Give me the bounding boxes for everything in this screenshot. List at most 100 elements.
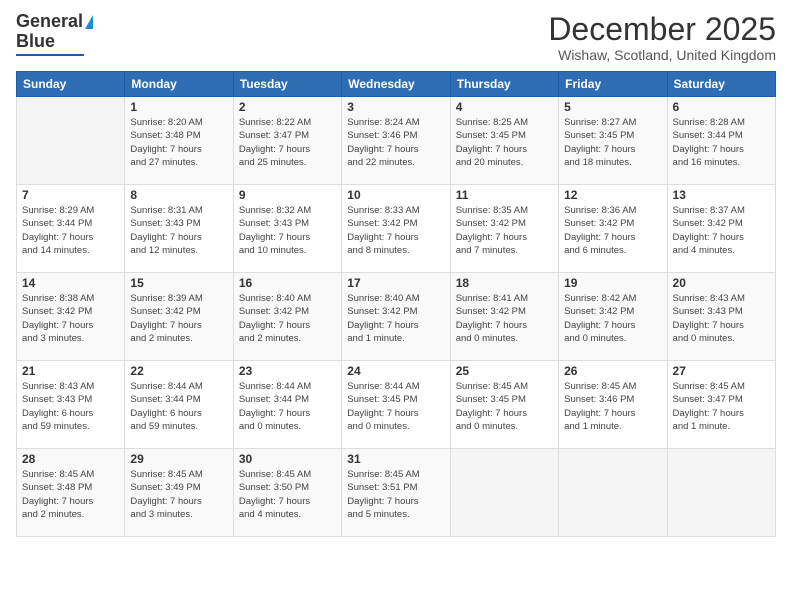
day-cell-25: 25 Sunrise: 8:45 AM Sunset: 3:45 PM Dayli… [450,361,558,449]
day-number: 25 [456,364,553,378]
logo-underline [16,54,84,56]
day-info: Sunrise: 8:45 AM Sunset: 3:51 PM Dayligh… [347,468,444,521]
day-info: Sunrise: 8:36 AM Sunset: 3:42 PM Dayligh… [564,204,661,257]
col-header-saturday: Saturday [667,72,775,97]
day-cell-16: 16 Sunrise: 8:40 AM Sunset: 3:42 PM Dayli… [233,273,341,361]
day-number: 10 [347,188,444,202]
calendar: SundayMondayTuesdayWednesdayThursdayFrid… [16,71,776,537]
col-header-wednesday: Wednesday [342,72,450,97]
day-info: Sunrise: 8:41 AM Sunset: 3:42 PM Dayligh… [456,292,553,345]
week-row-3: 14 Sunrise: 8:38 AM Sunset: 3:42 PM Dayli… [17,273,776,361]
month-title: December 2025 [548,12,776,47]
day-info: Sunrise: 8:28 AM Sunset: 3:44 PM Dayligh… [673,116,770,169]
day-info: Sunrise: 8:22 AM Sunset: 3:47 PM Dayligh… [239,116,336,169]
title-block: December 2025 Wishaw, Scotland, United K… [548,12,776,63]
day-number: 16 [239,276,336,290]
day-cell-24: 24 Sunrise: 8:44 AM Sunset: 3:45 PM Dayli… [342,361,450,449]
day-info: Sunrise: 8:40 AM Sunset: 3:42 PM Dayligh… [239,292,336,345]
empty-cell [17,97,125,185]
day-number: 6 [673,100,770,114]
day-cell-1: 1 Sunrise: 8:20 AM Sunset: 3:48 PM Daylig… [125,97,233,185]
day-number: 29 [130,452,227,466]
day-number: 26 [564,364,661,378]
day-number: 21 [22,364,119,378]
day-cell-15: 15 Sunrise: 8:39 AM Sunset: 3:42 PM Dayli… [125,273,233,361]
day-number: 14 [22,276,119,290]
day-number: 13 [673,188,770,202]
col-header-friday: Friday [559,72,667,97]
day-info: Sunrise: 8:29 AM Sunset: 3:44 PM Dayligh… [22,204,119,257]
day-info: Sunrise: 8:25 AM Sunset: 3:45 PM Dayligh… [456,116,553,169]
day-cell-29: 29 Sunrise: 8:45 AM Sunset: 3:49 PM Dayli… [125,449,233,537]
day-info: Sunrise: 8:33 AM Sunset: 3:42 PM Dayligh… [347,204,444,257]
day-cell-18: 18 Sunrise: 8:41 AM Sunset: 3:42 PM Dayli… [450,273,558,361]
week-row-4: 21 Sunrise: 8:43 AM Sunset: 3:43 PM Dayli… [17,361,776,449]
day-info: Sunrise: 8:44 AM Sunset: 3:45 PM Dayligh… [347,380,444,433]
day-info: Sunrise: 8:35 AM Sunset: 3:42 PM Dayligh… [456,204,553,257]
logo-triangle-icon [85,15,93,29]
day-number: 4 [456,100,553,114]
day-cell-10: 10 Sunrise: 8:33 AM Sunset: 3:42 PM Dayli… [342,185,450,273]
day-number: 27 [673,364,770,378]
day-cell-5: 5 Sunrise: 8:27 AM Sunset: 3:45 PM Daylig… [559,97,667,185]
day-cell-14: 14 Sunrise: 8:38 AM Sunset: 3:42 PM Dayli… [17,273,125,361]
empty-cell [559,449,667,537]
day-number: 1 [130,100,227,114]
day-info: Sunrise: 8:45 AM Sunset: 3:48 PM Dayligh… [22,468,119,521]
col-header-monday: Monday [125,72,233,97]
day-info: Sunrise: 8:43 AM Sunset: 3:43 PM Dayligh… [22,380,119,433]
day-cell-3: 3Sunrise: 8:24 AM Sunset: 3:46 PM Daylig… [342,97,450,185]
day-number: 9 [239,188,336,202]
day-cell-4: 4 Sunrise: 8:25 AM Sunset: 3:45 PM Daylig… [450,97,558,185]
day-cell-20: 20Sunrise: 8:43 AM Sunset: 3:43 PM Dayli… [667,273,775,361]
header: General Blue December 2025 Wishaw, Scotl… [16,12,776,63]
day-info: Sunrise: 8:45 AM Sunset: 3:45 PM Dayligh… [456,380,553,433]
day-number: 5 [564,100,661,114]
day-cell-28: 28 Sunrise: 8:45 AM Sunset: 3:48 PM Dayli… [17,449,125,537]
day-number: 11 [456,188,553,202]
day-info: Sunrise: 8:20 AM Sunset: 3:48 PM Dayligh… [130,116,227,169]
day-number: 15 [130,276,227,290]
day-number: 8 [130,188,227,202]
day-info: Sunrise: 8:24 AM Sunset: 3:46 PM Dayligh… [347,116,444,169]
day-cell-13: 13Sunrise: 8:37 AM Sunset: 3:42 PM Dayli… [667,185,775,273]
day-number: 28 [22,452,119,466]
day-info: Sunrise: 8:45 AM Sunset: 3:50 PM Dayligh… [239,468,336,521]
week-row-2: 7 Sunrise: 8:29 AM Sunset: 3:44 PM Daylig… [17,185,776,273]
day-cell-26: 26 Sunrise: 8:45 AM Sunset: 3:46 PM Dayli… [559,361,667,449]
day-number: 2 [239,100,336,114]
day-cell-6: 6 Sunrise: 8:28 AM Sunset: 3:44 PM Daylig… [667,97,775,185]
day-cell-11: 11 Sunrise: 8:35 AM Sunset: 3:42 PM Dayli… [450,185,558,273]
day-info: Sunrise: 8:39 AM Sunset: 3:42 PM Dayligh… [130,292,227,345]
day-number: 12 [564,188,661,202]
day-cell-31: 31 Sunrise: 8:45 AM Sunset: 3:51 PM Dayli… [342,449,450,537]
day-cell-27: 27 Sunrise: 8:45 AM Sunset: 3:47 PM Dayli… [667,361,775,449]
col-header-tuesday: Tuesday [233,72,341,97]
day-cell-2: 2 Sunrise: 8:22 AM Sunset: 3:47 PM Daylig… [233,97,341,185]
day-info: Sunrise: 8:43 AM Sunset: 3:43 PM Dayligh… [673,292,770,345]
day-info: Sunrise: 8:45 AM Sunset: 3:49 PM Dayligh… [130,468,227,521]
week-row-1: 1 Sunrise: 8:20 AM Sunset: 3:48 PM Daylig… [17,97,776,185]
day-number: 31 [347,452,444,466]
day-number: 18 [456,276,553,290]
day-cell-7: 7 Sunrise: 8:29 AM Sunset: 3:44 PM Daylig… [17,185,125,273]
day-number: 30 [239,452,336,466]
day-info: Sunrise: 8:40 AM Sunset: 3:42 PM Dayligh… [347,292,444,345]
day-number: 24 [347,364,444,378]
col-header-thursday: Thursday [450,72,558,97]
day-info: Sunrise: 8:38 AM Sunset: 3:42 PM Dayligh… [22,292,119,345]
day-info: Sunrise: 8:45 AM Sunset: 3:46 PM Dayligh… [564,380,661,433]
logo: General Blue [16,12,93,56]
page: General Blue December 2025 Wishaw, Scotl… [0,0,792,612]
day-cell-8: 8Sunrise: 8:31 AM Sunset: 3:43 PM Daylig… [125,185,233,273]
day-cell-9: 9Sunrise: 8:32 AM Sunset: 3:43 PM Daylig… [233,185,341,273]
day-cell-22: 22Sunrise: 8:44 AM Sunset: 3:44 PM Dayli… [125,361,233,449]
day-info: Sunrise: 8:42 AM Sunset: 3:42 PM Dayligh… [564,292,661,345]
day-info: Sunrise: 8:27 AM Sunset: 3:45 PM Dayligh… [564,116,661,169]
day-number: 7 [22,188,119,202]
day-info: Sunrise: 8:45 AM Sunset: 3:47 PM Dayligh… [673,380,770,433]
day-cell-21: 21 Sunrise: 8:43 AM Sunset: 3:43 PM Dayli… [17,361,125,449]
day-cell-23: 23 Sunrise: 8:44 AM Sunset: 3:44 PM Dayli… [233,361,341,449]
day-number: 23 [239,364,336,378]
day-info: Sunrise: 8:44 AM Sunset: 3:44 PM Dayligh… [239,380,336,433]
